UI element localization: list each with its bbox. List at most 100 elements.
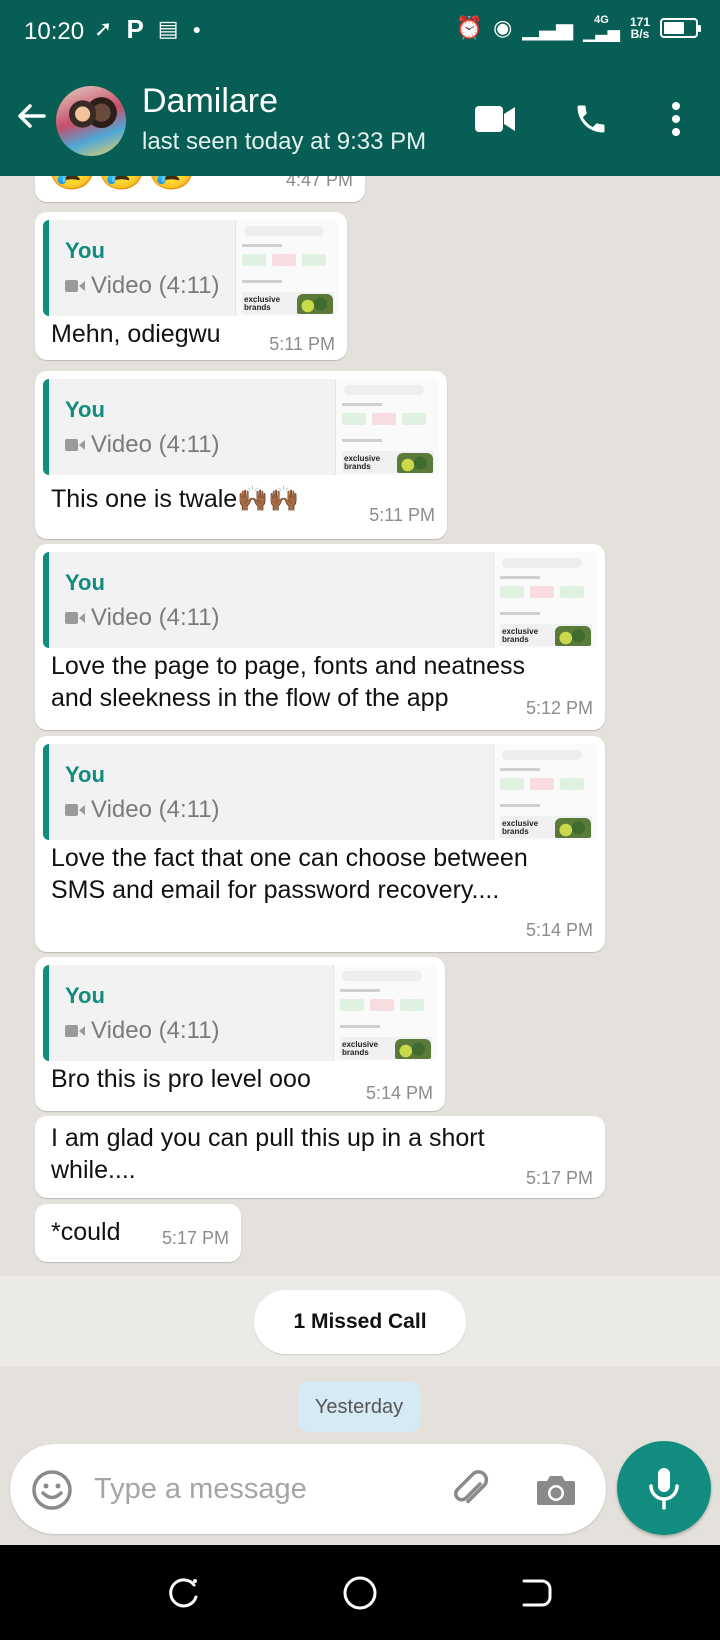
net-speed: 171 B/s [630,16,650,40]
thumbnail-line-2: brands [344,462,371,471]
thumbnail-line-2: brands [502,827,529,836]
message-bubble[interactable]: *could 5:17 PM [35,1204,241,1262]
video-thumbnail: exclusive brands [493,744,597,840]
thumbnail-line-2: brands [244,303,271,312]
signal-icon: ▁▃▅ [522,15,574,40]
video-thumbnail: exclusive brands [333,965,437,1061]
quoted-reply[interactable]: You Video (4:11) exclusive brands [43,220,339,316]
status-left-icons: ➚ P ▤ ● [94,16,201,42]
message-text-line-2: SMS and email for password recovery.... [51,876,500,904]
message-text-line-1: Love the page to page, fonts and neatnes… [51,652,525,680]
status-time: 10:20 [24,18,85,45]
quoted-media-label: Video (4:11) [91,604,220,631]
quoted-author: You [65,983,105,1008]
quoted-reply[interactable]: You Video (4:11) exclusive brands [43,379,439,475]
home-icon[interactable] [340,1573,380,1613]
phone-icon [577,105,605,133]
attach-icon[interactable] [446,1466,494,1514]
thumbnail-line-2: brands [342,1048,369,1057]
voice-record-button[interactable] [617,1441,711,1535]
last-seen-status[interactable]: last seen today at 9:33 PM [142,128,426,156]
video-icon [65,438,85,452]
video-icon [65,279,85,293]
message-text-line-1: I am glad you can pull this up in a shor… [51,1124,485,1152]
emoji-icon[interactable] [30,1468,74,1512]
status-bar: 10:20 ➚ P ▤ ● ⏰ ◉ ▁▃▅ 4G ▁▃▅ 171 B/s [0,0,720,64]
contact-avatar[interactable] [56,86,126,156]
quoted-reply[interactable]: You Video (4:11) exclusive brands [43,552,597,648]
quoted-media: Video (4:11) [65,1017,220,1045]
kebab-menu-icon [672,102,680,136]
microphone-icon [649,1468,679,1510]
quoted-author: You [65,570,105,595]
message-composer [10,1444,606,1534]
dot-icon: ● [192,21,202,37]
message-bubble[interactable]: 😢😢😢 4:47 PM [35,176,365,202]
message-text-line-1: Love the fact that one can choose betwee… [51,844,528,872]
message-time: 5:12 PM [525,698,593,718]
video-call-button[interactable] [470,94,520,144]
news-icon: ▤ [157,16,179,41]
alarm-icon: ⏰ [455,15,484,40]
chat-header: Damilare last seen today at 9:33 PM [0,64,720,176]
message-time: 5:11 PM [269,334,335,354]
signal-boost-icon: ➚ [94,16,113,41]
message-bubble[interactable]: You Video (4:11) exclusive brands Love th… [35,736,605,952]
message-text: This one is twale🙌🏾🙌🏾 [51,485,300,513]
message-time: 5:14 PM [525,920,593,940]
quoted-media-label: Video (4:11) [91,272,220,299]
video-thumbnail: exclusive brands [493,552,597,648]
quoted-reply[interactable]: You Video (4:11) exclusive brands [43,965,437,1061]
message-text: Bro this is pro level ooo [51,1065,311,1093]
quoted-media: Video (4:11) [65,796,220,824]
message-bubble[interactable]: I am glad you can pull this up in a shor… [35,1116,605,1198]
quoted-author: You [65,762,105,787]
recent-apps-icon[interactable] [164,1573,204,1613]
video-camera-icon [475,106,515,132]
message-text: Mehn, odiegwu [51,320,221,348]
message-bubble[interactable]: You Video (4:11) exclusive brands Mehn, o… [35,212,347,360]
back-arrow-icon[interactable] [14,98,50,134]
message-bubble[interactable]: You Video (4:11) exclusive brands Love th… [35,544,605,730]
thumbnail-line-2: brands [502,635,529,644]
back-nav-icon[interactable] [516,1573,556,1613]
message-time: 5:17 PM [161,1228,229,1248]
quoted-media-label: Video (4:11) [91,1017,220,1044]
quoted-media-label: Video (4:11) [91,796,220,823]
camera-icon[interactable] [534,1468,578,1512]
video-thumbnail: exclusive brands [335,379,439,475]
message-time: 4:47 PM [285,176,353,190]
hotspot-icon: ◉ [493,15,513,40]
message-time: 5:11 PM [369,505,435,525]
emoji-row: 😢😢😢 [47,176,196,190]
message-text-line-2: while.... [51,1156,136,1184]
message-input[interactable] [94,1462,424,1516]
thumbnail-text: exclusive brands [502,820,542,836]
chat-area[interactable]: 😢😢😢 4:47 PM You Video (4:11) exclusivebr… [0,176,720,1446]
quoted-media: Video (4:11) [65,604,220,632]
thumbnail-text: exclusive brands [342,1041,382,1057]
video-icon [65,803,85,817]
message-bubble[interactable]: You Video (4:11) exclusive brands Bro thi… [35,957,445,1111]
quoted-media: Video (4:11) [65,431,220,459]
more-options-button[interactable] [652,94,700,144]
quoted-author: You [65,397,105,422]
quoted-author: You [65,238,105,263]
message-time: 5:17 PM [525,1168,593,1188]
quoted-reply[interactable]: You Video (4:11) exclusive brands [43,744,597,840]
video-thumbnail: exclusive brands [235,220,339,316]
message-bubble[interactable]: You Video (4:11) exclusive brands This on… [35,371,447,539]
date-divider: Yesterday [298,1382,420,1432]
message-text-line-2: and sleekness in the flow of the app [51,684,449,712]
thumbnail-text: exclusive brands [244,296,284,312]
voice-call-button[interactable] [566,94,616,144]
video-icon [65,611,85,625]
thumbnail-text: exclusive brands [344,455,384,471]
message-text: *could [51,1218,121,1246]
missed-call-notice[interactable]: 1 Missed Call [254,1290,466,1354]
p-app-icon: P [126,14,144,44]
missed-call-band: 1 Missed Call [0,1276,720,1366]
contact-name[interactable]: Damilare [142,82,278,121]
quoted-media: Video (4:11) [65,272,220,300]
message-time: 5:14 PM [365,1083,433,1103]
